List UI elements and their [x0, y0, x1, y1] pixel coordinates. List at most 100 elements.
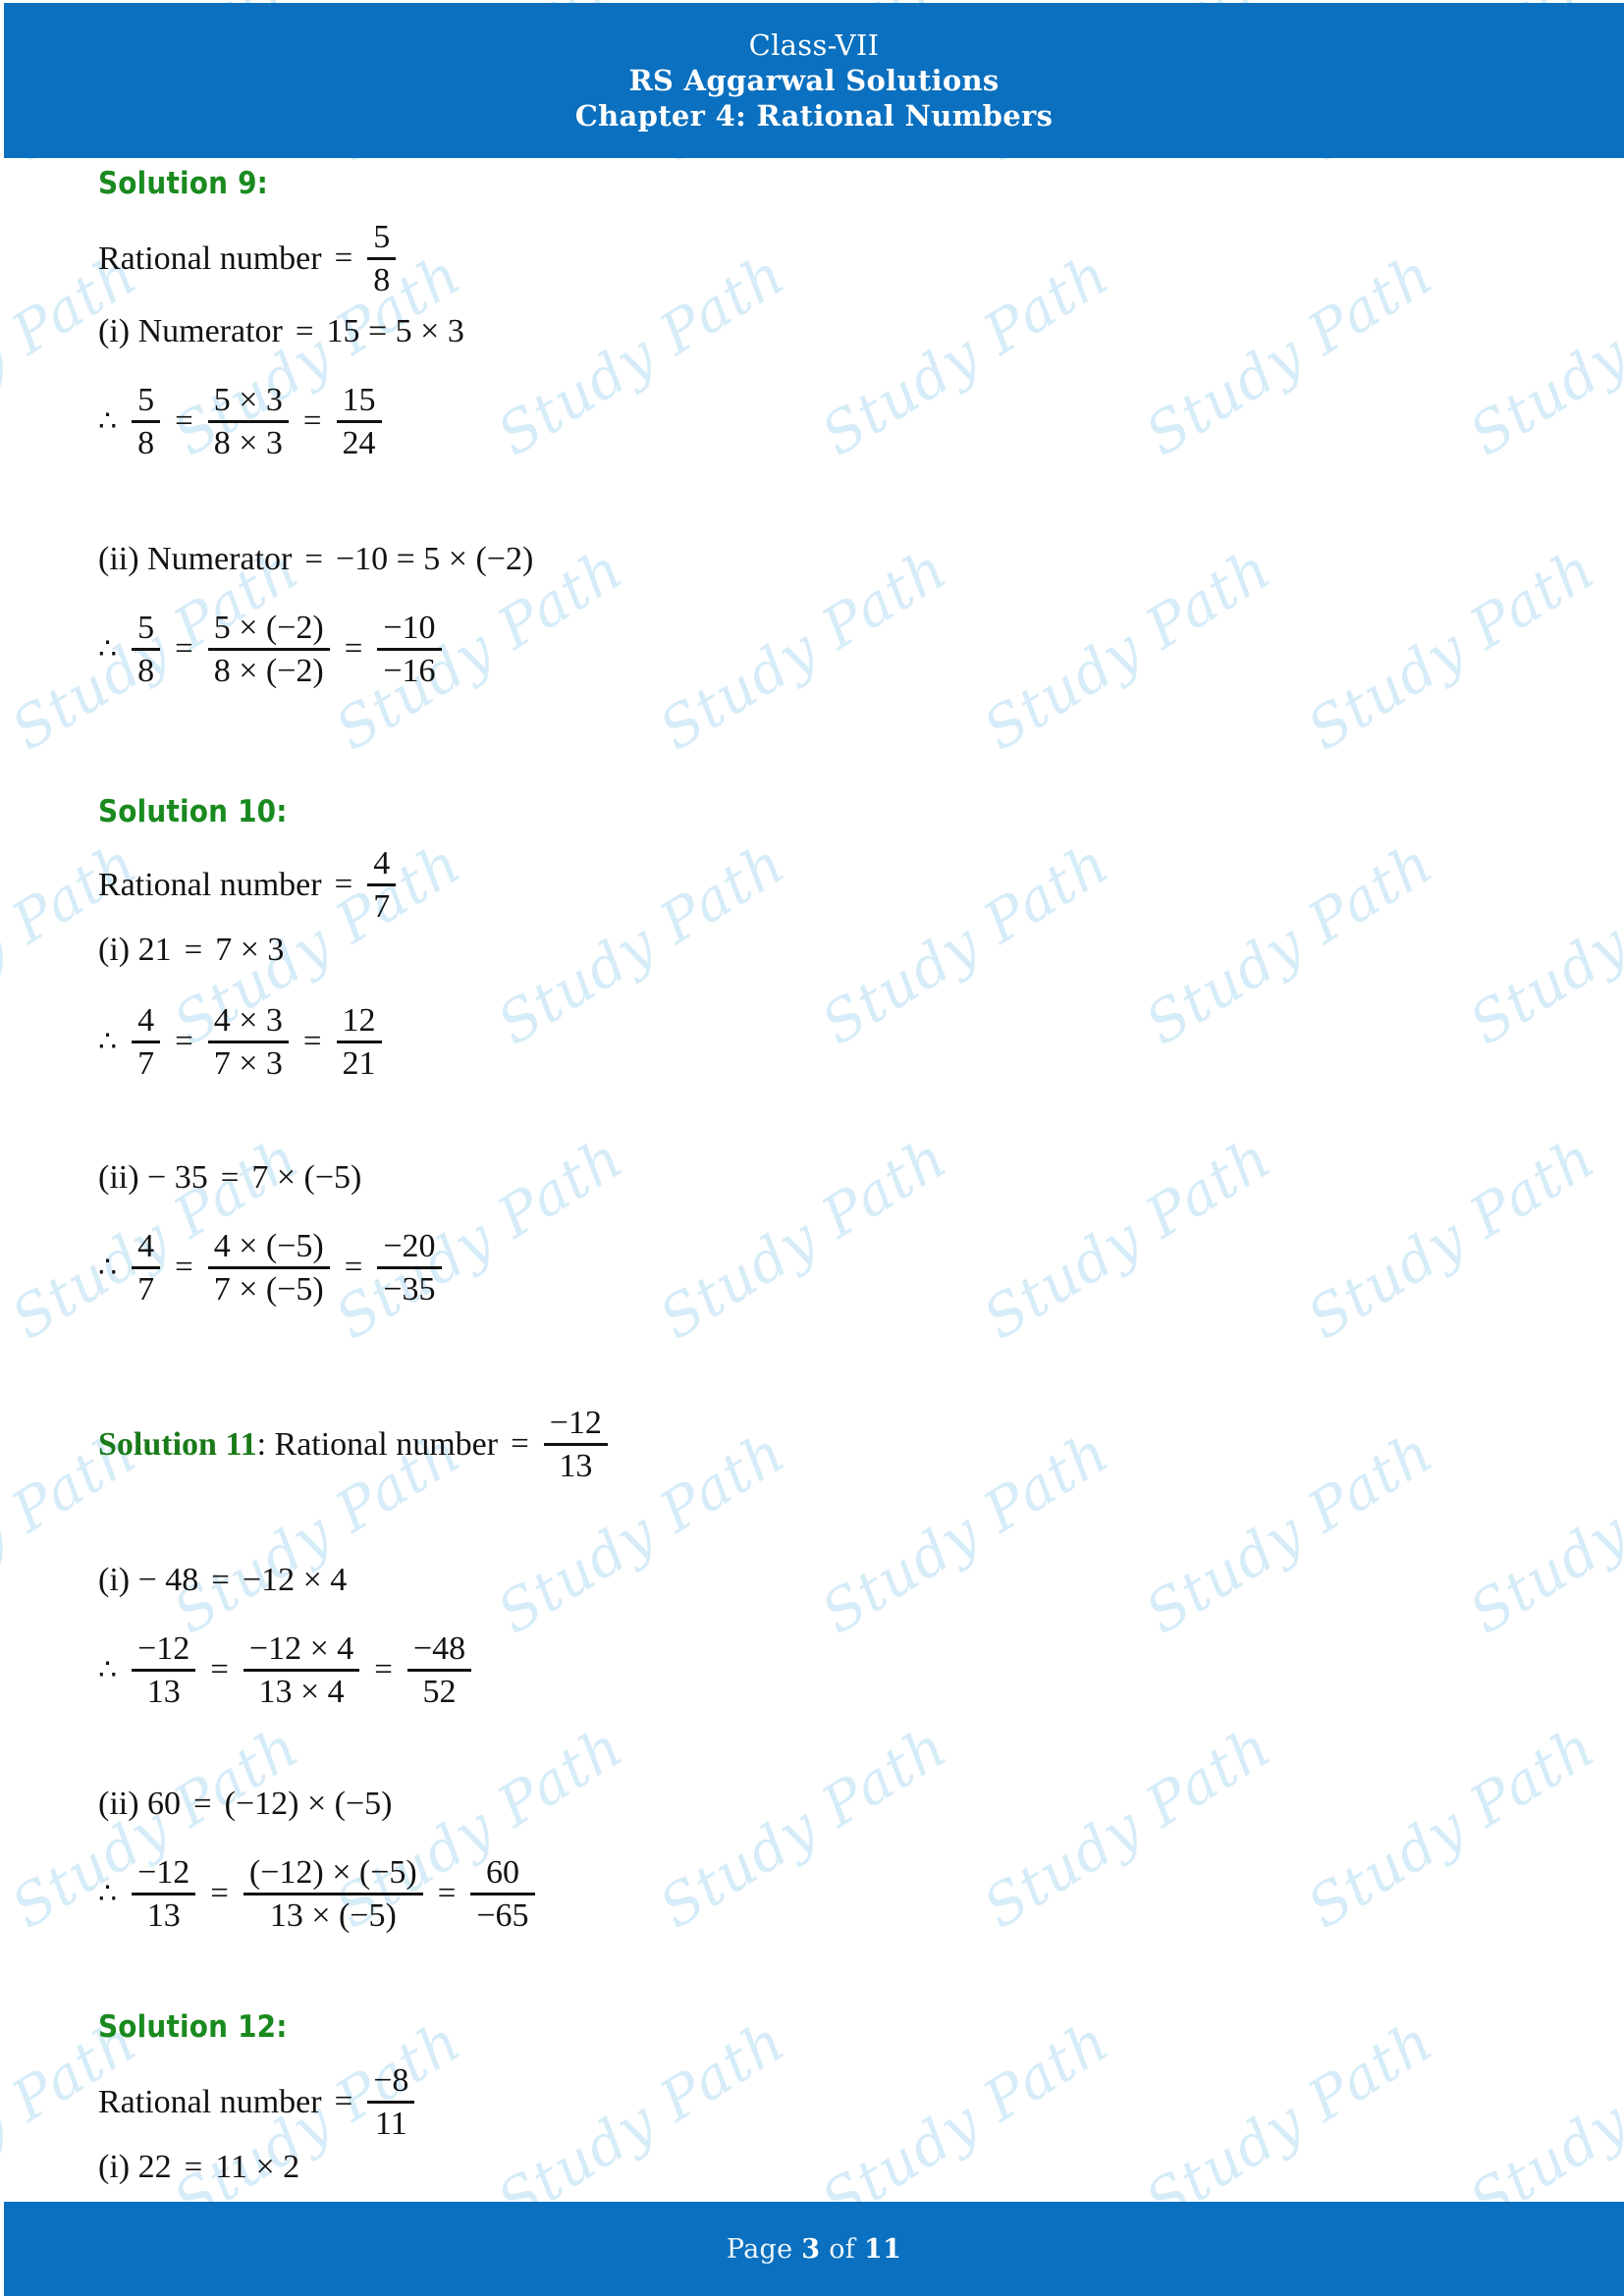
fraction-denominator: 11: [374, 2106, 407, 2143]
solution-12-intro-label: Rational number: [98, 2083, 322, 2120]
fraction-denominator: −16: [383, 653, 436, 690]
watermark-text: Study Path: [1134, 1417, 1445, 1647]
fraction-denominator: −35: [383, 1271, 436, 1308]
watermark-text: Study Path: [810, 240, 1121, 469]
watermark-text: Study Path: [1458, 828, 1624, 1058]
watermark-text: Study Path: [1620, 1713, 1624, 1942]
fraction-numerator: 15: [342, 382, 376, 418]
solution-9-intro-label: Rational number: [98, 240, 322, 277]
equals-sign: =: [211, 1562, 230, 1598]
watermark-text: Study Path: [648, 534, 959, 764]
watermark-text: Study Path: [1134, 828, 1445, 1058]
header-class-line: Class-VII: [748, 28, 880, 62]
fraction-numerator: 5: [373, 219, 391, 255]
equals-sign: =: [184, 932, 203, 968]
watermark-text: Study Path: [972, 1712, 1283, 1942]
equals-sign: =: [374, 1652, 393, 1688]
equation-right-fraction: −10 −16: [377, 608, 442, 692]
solution-10-part-ii-statement: (ii) − 35 = 7 × (−5): [98, 1161, 361, 1195]
equation-middle-fraction: (−12) × (−5) 13 × (−5): [243, 1852, 423, 1937]
fraction-numerator: 5: [137, 382, 155, 418]
therefore-icon: ∴: [98, 1653, 118, 1686]
fraction-denominator: 7: [373, 888, 391, 926]
equation-right-fraction: −48 52: [406, 1629, 472, 1713]
solution-10-intro: Rational number = 4 7: [98, 843, 398, 928]
fraction-denominator: 13 × 4: [258, 1674, 345, 1711]
solution-10-part-i-statement: (i) 21 = 7 × 3: [98, 934, 284, 967]
equation-left-fraction: −12 13: [132, 1629, 196, 1713]
fraction-numerator: 4: [137, 1002, 155, 1039]
fraction-denominator: 7 × (−5): [213, 1271, 324, 1308]
solution-12-intro: Rational number = −8 11: [98, 2060, 416, 2145]
fraction-numerator: 60: [485, 1854, 519, 1891]
part-label: (i) Numerator: [98, 313, 283, 349]
solution-9-heading: Solution 9:: [98, 166, 268, 201]
fraction-numerator: 4 × (−5): [213, 1228, 324, 1264]
solution-11-intro-fraction: −12 13: [543, 1403, 608, 1487]
solution-12-heading: Solution 12:: [98, 2009, 288, 2045]
equation-left-fraction: 5 8: [132, 608, 161, 692]
page-prefix: Page: [726, 2233, 802, 2265]
fraction-denominator: −65: [476, 1897, 529, 1935]
solution-11-heading-label: Solution 11: [98, 1425, 257, 1463]
fraction-numerator: −10: [383, 610, 436, 646]
part-statement: 7 × (−5): [251, 1159, 362, 1196]
equals-sign: =: [344, 1250, 363, 1286]
watermark-text: Study Path: [1620, 1124, 1624, 1353]
page-current: 3: [801, 2233, 821, 2265]
equation-middle-fraction: 4 × (−5) 7 × (−5): [207, 1226, 330, 1310]
equals-sign: =: [220, 1159, 240, 1196]
fraction-denominator: 52: [422, 1674, 457, 1711]
solution-11-part-ii-statement: (ii) 60 = (−12) × (−5): [98, 1788, 393, 1821]
watermark-text: Study Path: [648, 1712, 959, 1942]
equation-right-fraction: −20 −35: [377, 1226, 442, 1310]
therefore-icon: ∴: [98, 404, 118, 438]
equals-sign: =: [210, 1876, 229, 1912]
solution-9-heading-label: Solution 9:: [98, 166, 269, 201]
fraction-denominator: 8: [137, 425, 155, 462]
fraction-denominator: 7: [137, 1271, 155, 1308]
fraction-denominator: 8 × (−2): [213, 653, 324, 690]
page-footer-band: Page 3 of 11: [4, 2202, 1624, 2296]
equals-sign: =: [334, 240, 353, 277]
equals-sign: =: [302, 1024, 322, 1060]
equals-sign: =: [437, 1876, 457, 1912]
fraction-numerator: 5: [137, 610, 155, 646]
part-label: (i) − 48: [98, 1562, 199, 1598]
fraction-denominator: 13: [146, 1897, 181, 1935]
watermark-text: Study Path: [810, 828, 1121, 1058]
therefore-icon: ∴: [98, 1877, 118, 1910]
solution-11-part-i-statement: (i) − 48 = −12 × 4: [98, 1564, 347, 1597]
watermark-text: Study Path: [1458, 1417, 1624, 1647]
part-statement: −10 = 5 × (−2): [335, 541, 534, 577]
solution-12-heading-label: Solution 12:: [98, 2009, 288, 2045]
equals-sign: =: [304, 541, 323, 577]
solution-10-heading: Solution 10:: [98, 794, 288, 829]
page-number-text: Page 3 of 11: [727, 2234, 901, 2265]
page-middle: of: [820, 2233, 864, 2265]
fraction-denominator: 13: [146, 1674, 181, 1711]
fraction-denominator: 7 × 3: [213, 1045, 283, 1083]
equation-left-fraction: 4 7: [132, 1226, 161, 1310]
solution-10-intro-label: Rational number: [98, 866, 322, 903]
fraction-numerator: −48: [412, 1630, 466, 1667]
part-label: (i) 21: [98, 932, 172, 968]
solution-10-part-i-equation: ∴ 4 7 = 4 × 3 7 × 3 = 12 21: [98, 1000, 384, 1085]
watermark-text: Study Path: [972, 534, 1283, 764]
solution-12-intro-fraction: −8 11: [367, 2060, 415, 2145]
equation-right-fraction: 60 −65: [470, 1852, 535, 1937]
equation-middle-fraction: 5 × 3 8 × 3: [207, 380, 289, 464]
part-statement: (−12) × (−5): [224, 1786, 393, 1822]
equals-sign: =: [334, 2084, 353, 2120]
therefore-icon: ∴: [98, 1025, 118, 1058]
fraction-numerator: 4 × 3: [213, 1002, 283, 1039]
solution-11-heading-line: Solution 11 : Rational number = −12 13: [98, 1403, 610, 1487]
fraction-denominator: 8 × 3: [213, 425, 283, 462]
equals-sign: =: [193, 1786, 212, 1822]
equals-sign: =: [295, 313, 314, 349]
fraction-denominator: 13: [559, 1448, 593, 1485]
solution-9-part-i-equation: ∴ 5 8 = 5 × 3 8 × 3 = 15 24: [98, 380, 384, 464]
watermark-text: Study Path: [1296, 1712, 1607, 1942]
part-statement: 11 × 2: [215, 2149, 300, 2185]
document-page: Study Path Study Path Study Path Study Path…: [0, 0, 1624, 2296]
